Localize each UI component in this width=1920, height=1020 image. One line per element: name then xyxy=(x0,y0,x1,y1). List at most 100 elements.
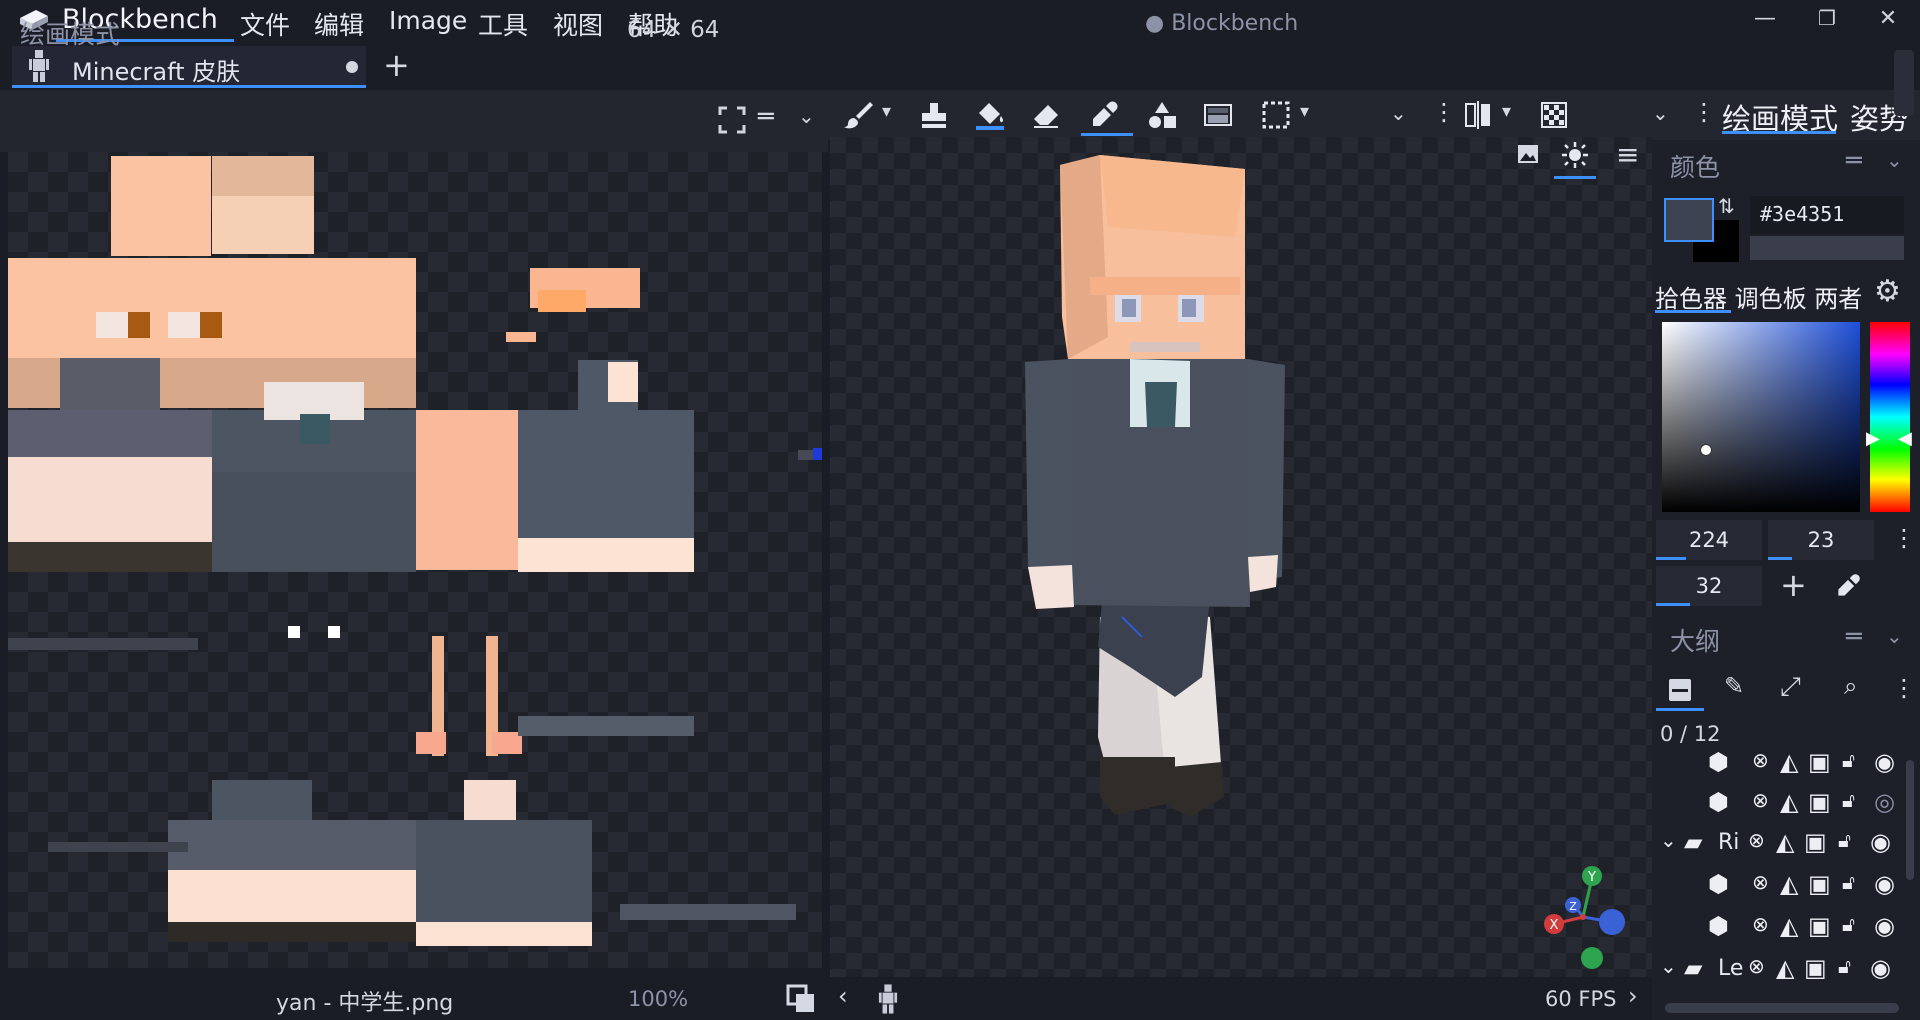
mirror-uv-icon[interactable]: ◭ xyxy=(1776,828,1794,856)
selection-dropdown-icon[interactable]: ▾ xyxy=(1300,101,1309,122)
eyedropper-icon[interactable] xyxy=(1834,572,1862,600)
camera-icon[interactable]: ▣ xyxy=(1808,788,1831,816)
clone-stamp-tool[interactable] xyxy=(914,96,954,134)
camera-icon[interactable]: ▣ xyxy=(1804,828,1827,856)
restore-icon[interactable]: ❐ xyxy=(1807,6,1847,36)
visibility-eye-icon[interactable]: ◉ xyxy=(1870,828,1891,856)
minimize-icon[interactable]: — xyxy=(1745,6,1785,36)
more-vertical-icon[interactable]: ⋮ xyxy=(1692,98,1716,126)
axis-gizmo[interactable]: Y X Z xyxy=(1538,862,1628,972)
visibility-eye-icon[interactable]: ◉ xyxy=(1874,912,1895,940)
export-toggle-icon[interactable]: ⊗ xyxy=(1752,748,1769,772)
collapse-chevron-icon[interactable]: ⌄ xyxy=(1886,624,1903,648)
camera-icon[interactable]: ▣ xyxy=(1804,954,1827,982)
copy-icon[interactable] xyxy=(786,984,816,1014)
brush-tool[interactable] xyxy=(838,96,878,134)
unsaved-dot-icon[interactable] xyxy=(346,61,358,73)
saturation-input[interactable]: 23 xyxy=(1768,520,1874,560)
outline-row-folder[interactable]: ⌄ ▰ Ri ⊗ ◭ ▣ 🔓︎ ◉ xyxy=(1652,824,1902,866)
camera-icon[interactable]: ▣ xyxy=(1808,748,1831,776)
visibility-eye-icon[interactable]: ◉ xyxy=(1870,954,1891,982)
add-cube-icon[interactable] xyxy=(1666,676,1694,704)
outline-scrollbar[interactable] xyxy=(1906,760,1914,880)
saturation-value-picker[interactable] xyxy=(1662,322,1860,512)
lock-icon[interactable]: 🔓︎ xyxy=(1842,748,1855,772)
side-scroll-handle[interactable] xyxy=(1894,50,1914,116)
player-icon[interactable] xyxy=(878,984,898,1014)
gradient-tool[interactable] xyxy=(1198,96,1238,134)
chevron-down-icon[interactable]: ⌄ xyxy=(1390,101,1407,125)
paint-mode-icon[interactable]: ✎ xyxy=(1724,672,1744,700)
primary-color-swatch[interactable] xyxy=(1664,198,1714,242)
export-toggle-icon[interactable]: ⊗ xyxy=(1752,788,1769,812)
camera-icon[interactable]: ▣ xyxy=(1808,912,1831,940)
visibility-hidden-icon[interactable]: ◎ xyxy=(1874,788,1895,816)
hue-slider[interactable] xyxy=(1870,322,1910,512)
fill-tool[interactable] xyxy=(970,96,1010,134)
chevron-down-icon[interactable]: ⌄ xyxy=(1660,954,1677,978)
brush-dropdown-icon[interactable]: ▾ xyxy=(882,101,891,122)
outline-horizontal-scrollbar[interactable] xyxy=(1665,1003,1899,1013)
chevron-left-icon[interactable]: ‹ xyxy=(838,982,848,1010)
shape-tool[interactable] xyxy=(1142,96,1182,134)
mirror-uv-icon[interactable]: ◭ xyxy=(1780,870,1798,898)
chevron-right-icon[interactable]: › xyxy=(1628,982,1638,1010)
outline-row-folder[interactable]: ⌄ ▰ Le ⊗ ◭ ▣ 🔓︎ ◉ xyxy=(1652,950,1902,992)
menu-view[interactable]: 视图 xyxy=(553,6,603,42)
chevron-down-icon[interactable]: ⌄ xyxy=(1660,828,1677,852)
lock-icon[interactable]: 🔓︎ xyxy=(1838,828,1851,852)
export-toggle-icon[interactable]: ⊗ xyxy=(1748,954,1765,978)
settings-gear-icon[interactable]: ⚙ xyxy=(1874,274,1901,309)
color-picker-tool[interactable] xyxy=(1084,96,1124,134)
lock-icon[interactable]: 🔓︎ xyxy=(1842,912,1855,936)
background-image-icon[interactable] xyxy=(1516,142,1540,166)
recent-colors-strip[interactable] xyxy=(1750,236,1904,260)
3d-viewport[interactable] xyxy=(830,137,1652,977)
swap-colors-icon[interactable]: ⇅ xyxy=(1718,194,1735,218)
camera-icon[interactable]: ▣ xyxy=(1808,870,1831,898)
close-icon[interactable]: ✕ xyxy=(1868,6,1908,36)
collapse-chevron-icon[interactable]: ⌄ xyxy=(1886,148,1903,172)
export-toggle-icon[interactable]: ⊗ xyxy=(1752,870,1769,894)
lock-icon[interactable]: 🔓︎ xyxy=(1838,954,1851,978)
more-vertical-icon[interactable]: ⋮ xyxy=(1432,98,1456,126)
value-input[interactable]: 32 xyxy=(1656,566,1762,606)
hue-input[interactable]: 224 xyxy=(1656,520,1762,560)
color-picker-tabs[interactable]: 拾色器 调色板 两者 xyxy=(1655,279,1862,314)
color-picker-handle[interactable] xyxy=(1700,444,1712,456)
visibility-eye-icon[interactable]: ◉ xyxy=(1874,870,1895,898)
export-toggle-icon[interactable]: ⊗ xyxy=(1748,828,1765,852)
uv-texture-canvas[interactable] xyxy=(8,152,822,968)
hue-handle-right-icon[interactable]: ◀ xyxy=(1898,428,1912,449)
panel-menu-icon[interactable]: ═ xyxy=(1846,622,1862,652)
lock-icon[interactable]: 🔓︎ xyxy=(1842,870,1855,894)
tab-minecraft-skin[interactable]: Minecraft 皮肤 xyxy=(12,46,366,88)
menu-lines-icon[interactable]: ═ xyxy=(758,102,774,132)
search-icon[interactable]: ⌕ xyxy=(1844,672,1857,700)
visibility-eye-icon[interactable]: ◉ xyxy=(1874,748,1895,776)
menu-edit[interactable]: 编辑 xyxy=(314,6,364,42)
hex-color-input[interactable]: #3e4351 xyxy=(1750,196,1904,234)
menu-file[interactable]: 文件 xyxy=(240,6,290,42)
fullscreen-icon[interactable] xyxy=(718,106,746,134)
viewport-menu-icon[interactable]: ≡ xyxy=(1616,138,1639,171)
zoom-level[interactable]: 100% xyxy=(628,987,688,1011)
outline-row-cube[interactable]: ⬢ ⊗ ◭ ▣ 🔓︎ ◉ xyxy=(1652,866,1902,908)
selection-tool[interactable] xyxy=(1256,96,1296,134)
mirror-uv-icon[interactable]: ◭ xyxy=(1776,954,1794,982)
hue-handle-left-icon[interactable]: ▶ xyxy=(1866,428,1880,449)
mirror-uv-icon[interactable]: ◭ xyxy=(1780,788,1798,816)
chevron-down-icon[interactable]: ⌄ xyxy=(1652,101,1669,125)
mirror-painting-toggle[interactable] xyxy=(1458,96,1498,134)
mirror-uv-icon[interactable]: ◭ xyxy=(1780,912,1798,940)
outline-row-cube[interactable]: ⬢ ⊗ ◭ ▣ 🔓︎ ◉ xyxy=(1652,908,1902,950)
menu-image[interactable]: Image xyxy=(389,6,467,35)
more-vertical-icon[interactable]: ⋮ xyxy=(1892,524,1916,552)
outline-row-cube[interactable]: ⬢ ⊗ ◭ ▣ 🔓︎ ◎ xyxy=(1652,784,1902,826)
mirror-dropdown-icon[interactable]: ▾ xyxy=(1502,101,1511,122)
transparency-grid-toggle[interactable] xyxy=(1534,96,1574,134)
add-color-button[interactable]: + xyxy=(1780,566,1807,604)
add-tab-button[interactable]: + xyxy=(383,46,410,84)
menu-tools[interactable]: 工具 xyxy=(478,6,528,42)
resize-icon[interactable]: ⤢ xyxy=(1780,672,1801,703)
